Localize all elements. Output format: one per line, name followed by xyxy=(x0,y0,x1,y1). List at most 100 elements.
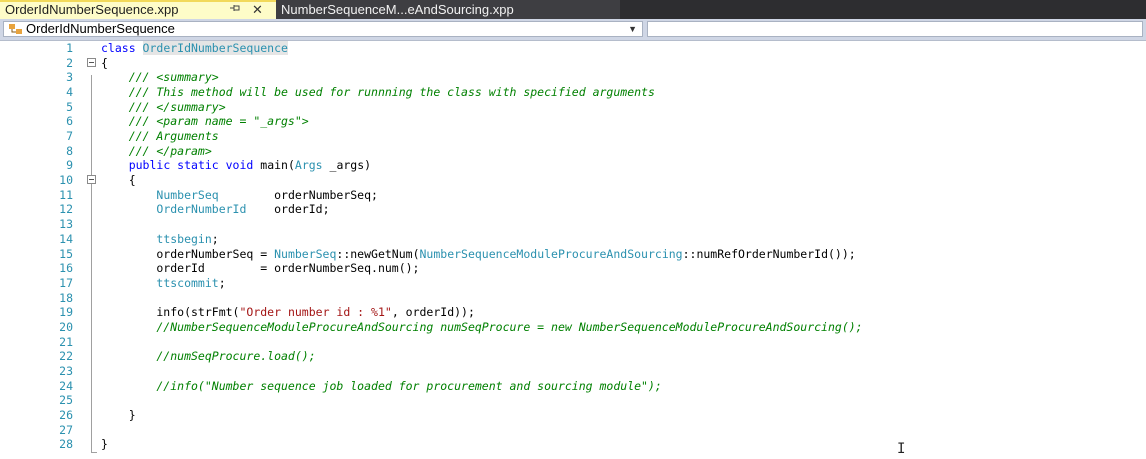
code-token: _args) xyxy=(322,158,372,173)
code-line[interactable]: 24 //info("Number sequence job loaded fo… xyxy=(0,379,1146,394)
code-token: //info("Number sequence job loaded for p… xyxy=(101,378,662,393)
code-editor[interactable]: 1 class OrderIdNumberSequence 2{3 /// <sum… xyxy=(0,41,1146,459)
text-cursor-icon: I xyxy=(897,441,906,457)
line-number: 20 xyxy=(59,319,73,334)
line-number: 16 xyxy=(59,261,73,276)
code-line[interactable]: 5 /// </summary> xyxy=(0,100,1146,115)
collapse-icon[interactable] xyxy=(87,57,96,67)
code-text: class OrderIdNumberSequence xyxy=(101,41,288,56)
code-token: /// <summary> xyxy=(101,70,219,85)
line-number: 6 xyxy=(66,114,73,129)
code-token: { xyxy=(101,55,108,70)
code-line[interactable]: 26 } xyxy=(0,408,1146,423)
line-number: 17 xyxy=(59,275,73,290)
line-number: 26 xyxy=(59,408,73,422)
code-line[interactable]: 21 xyxy=(0,335,1146,350)
code-line[interactable]: 23 xyxy=(0,364,1146,379)
line-number: 28 xyxy=(59,437,73,452)
code-text: /// Arguments xyxy=(101,129,219,144)
code-token: { xyxy=(101,173,136,188)
code-token: ttsbegin xyxy=(156,231,212,246)
code-line[interactable]: 25 xyxy=(0,393,1146,408)
code-token: class xyxy=(101,41,143,55)
code-token: ::numRefOrderNumberId()); xyxy=(682,246,856,261)
tab-label: OrderIdNumberSequence.xpp xyxy=(5,2,179,17)
code-token: /// Arguments xyxy=(101,129,219,144)
navigation-bar: OrderIdNumberSequence ▼ xyxy=(0,19,1146,41)
code-token: OrderNumberId xyxy=(156,202,247,217)
outline-guide-end xyxy=(91,452,97,453)
code-line[interactable]: 7 /// Arguments xyxy=(0,129,1146,144)
code-line[interactable]: 11 NumberSeq orderNumberSeq; xyxy=(0,188,1146,203)
close-icon[interactable]: ✕ xyxy=(252,2,263,18)
tab-numbersequencemodule[interactable]: NumberSequenceM...eAndSourcing.xpp xyxy=(276,0,620,19)
line-number: 11 xyxy=(59,187,73,202)
line-number: 1 xyxy=(66,41,73,55)
code-token: ::newGetNum( xyxy=(336,246,420,261)
code-token: NumberSeq xyxy=(274,246,337,261)
collapse-icon[interactable] xyxy=(87,175,96,185)
code-line[interactable]: 15 orderNumberSeq = NumberSeq::newGetNum… xyxy=(0,247,1146,262)
code-line[interactable]: 19 info(strFmt("Order number id : %1", o… xyxy=(0,305,1146,320)
code-line[interactable]: 8 /// </param> xyxy=(0,144,1146,159)
code-text: orderNumberSeq = NumberSeq::newGetNum(Nu… xyxy=(101,246,856,262)
code-text: //numSeqProcure.load(); xyxy=(101,349,316,364)
code-line[interactable]: 6 /// <param name = "_args"> xyxy=(0,114,1146,129)
line-number: 18 xyxy=(59,290,73,305)
code-token: OrderIdNumberSequence xyxy=(142,41,288,55)
code-text: ttsbegin; xyxy=(101,231,218,247)
code-line[interactable]: 20 //NumberSequenceModuleProcureAndSourc… xyxy=(0,320,1146,335)
line-number: 12 xyxy=(59,202,73,217)
code-line[interactable]: 9 public static void main(Args _args) xyxy=(0,158,1146,173)
line-number: 15 xyxy=(59,246,73,261)
code-token: /// </summary> xyxy=(101,99,226,114)
code-token: //numSeqProcure.load(); xyxy=(101,349,316,364)
tab-label: NumberSequenceM...eAndSourcing.xpp xyxy=(281,2,514,17)
code-token: Args xyxy=(294,158,323,173)
code-line[interactable]: 2{ xyxy=(0,56,1146,71)
code-token: ttscommit xyxy=(156,275,219,290)
code-token: } xyxy=(101,437,108,452)
code-token: "Order number id : %1" xyxy=(239,305,392,320)
code-text: /// <summary> xyxy=(101,70,219,85)
code-line[interactable]: 13 xyxy=(0,217,1146,232)
line-number: 5 xyxy=(66,99,73,114)
code-line[interactable]: 18 xyxy=(0,291,1146,306)
code-line[interactable]: 16 orderId = orderNumberSeq.num(); xyxy=(0,261,1146,276)
code-text: orderId = orderNumberSeq.num(); xyxy=(101,261,419,276)
code-line[interactable]: 14 ttsbegin; xyxy=(0,232,1146,247)
line-number: 14 xyxy=(59,231,73,246)
member-selector-dropdown[interactable] xyxy=(647,21,1143,37)
code-line[interactable]: 1 class OrderIdNumberSequence xyxy=(0,41,1146,56)
code-token: main( xyxy=(260,158,295,173)
pin-icon[interactable] xyxy=(229,2,241,19)
line-number: 23 xyxy=(59,363,73,378)
code-text: public static void main(Args _args) xyxy=(101,158,371,173)
code-text: /// This method will be used for runnnin… xyxy=(101,85,655,100)
type-selector-dropdown[interactable]: OrderIdNumberSequence ▼ xyxy=(3,21,643,37)
code-line[interactable]: 28} xyxy=(0,437,1146,452)
code-line[interactable]: 12 OrderNumberId orderId; xyxy=(0,202,1146,217)
code-token: info(strFmt( xyxy=(101,305,240,320)
code-token: /// <param name = "_args"> xyxy=(101,114,309,129)
code-line[interactable]: 17 ttscommit; xyxy=(0,276,1146,291)
code-text: OrderNumberId orderId; xyxy=(101,202,329,217)
code-line[interactable]: 10 { xyxy=(0,173,1146,188)
code-line[interactable]: 4 /// This method will be used for runnn… xyxy=(0,85,1146,100)
line-number: 10 xyxy=(59,173,73,188)
code-line[interactable]: 3 /// <summary> xyxy=(0,70,1146,85)
code-token: } xyxy=(101,408,136,422)
code-text: info(strFmt("Order number id : %1", orde… xyxy=(101,305,475,320)
code-text: { xyxy=(101,56,108,71)
tab-orderidnumbersequence[interactable]: OrderIdNumberSequence.xpp ✕ xyxy=(0,0,276,19)
line-number: 24 xyxy=(59,378,73,393)
code-line[interactable]: 27 xyxy=(0,423,1146,438)
code-text: /// <param name = "_args"> xyxy=(101,114,309,129)
code-line[interactable]: 22 //numSeqProcure.load(); xyxy=(0,349,1146,364)
chevron-down-icon[interactable]: ▼ xyxy=(628,22,637,36)
code-token: /// </param> xyxy=(101,143,212,158)
